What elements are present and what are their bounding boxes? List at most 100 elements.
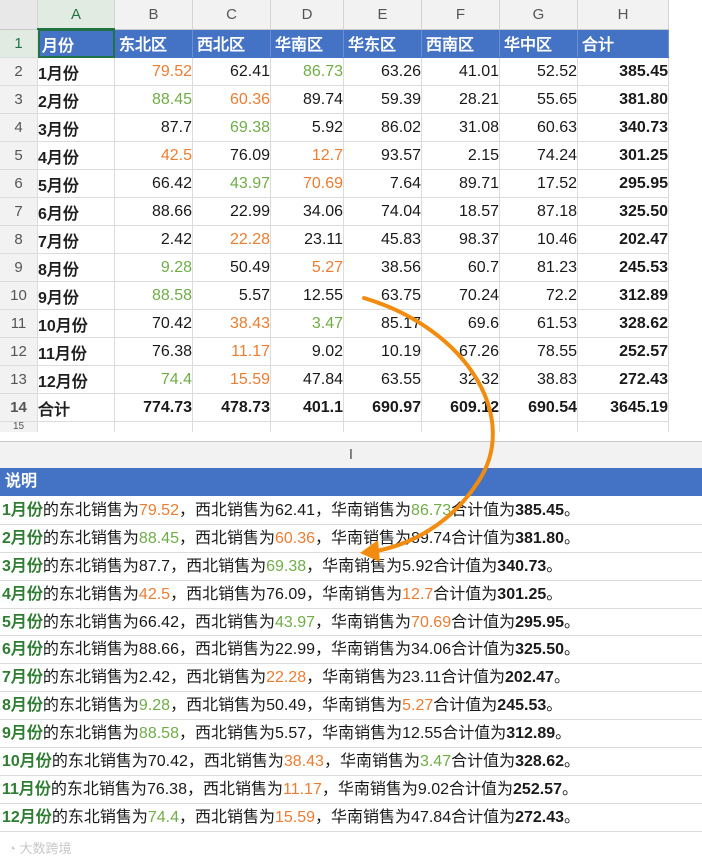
value-cell[interactable]: 88.58 bbox=[114, 281, 193, 310]
value-cell[interactable]: 63.55 bbox=[343, 365, 422, 394]
notes-header-cell[interactable]: 说明 bbox=[0, 468, 702, 496]
value-cell[interactable]: 86.73 bbox=[270, 57, 344, 86]
value-cell[interactable]: 312.89 bbox=[577, 281, 669, 310]
row-number[interactable]: 2 bbox=[0, 57, 38, 86]
value-cell[interactable]: 34.06 bbox=[270, 197, 344, 226]
header-cell[interactable]: 合计 bbox=[577, 29, 669, 58]
empty-cell[interactable] bbox=[343, 421, 422, 432]
row-number[interactable]: 9 bbox=[0, 253, 38, 282]
empty-cell[interactable] bbox=[499, 421, 578, 432]
value-cell[interactable]: 2.15 bbox=[421, 141, 500, 170]
value-cell[interactable]: 81.23 bbox=[499, 253, 578, 282]
note-row[interactable]: 4月份的东北销售为42.5，西北销售为76.09，华南销售为12.7合计值为30… bbox=[0, 581, 702, 609]
row-number[interactable]: 15 bbox=[0, 421, 38, 432]
column-header-i[interactable]: I bbox=[0, 441, 702, 469]
value-cell[interactable]: 22.28 bbox=[192, 225, 271, 254]
value-cell[interactable]: 32.32 bbox=[421, 365, 500, 394]
value-cell[interactable]: 42.5 bbox=[114, 141, 193, 170]
month-cell[interactable]: 10月份 bbox=[37, 309, 115, 338]
month-cell[interactable]: 9月份 bbox=[37, 281, 115, 310]
month-cell[interactable]: 合计 bbox=[37, 393, 115, 422]
value-cell[interactable]: 295.95 bbox=[577, 169, 669, 198]
value-cell[interactable]: 301.25 bbox=[577, 141, 669, 170]
note-row[interactable]: 12月份的东北销售为74.4，西北销售为15.59，华南销售为47.84合计值为… bbox=[0, 804, 702, 832]
header-cell[interactable]: 华南区 bbox=[270, 29, 344, 58]
empty-cell[interactable] bbox=[114, 421, 193, 432]
value-cell[interactable]: 45.83 bbox=[343, 225, 422, 254]
value-cell[interactable]: 28.21 bbox=[421, 85, 500, 114]
row-number[interactable]: 8 bbox=[0, 225, 38, 254]
value-cell[interactable]: 70.42 bbox=[114, 309, 193, 338]
value-cell[interactable]: 63.26 bbox=[343, 57, 422, 86]
column-header-e[interactable]: E bbox=[343, 0, 422, 30]
note-row[interactable]: 11月份的东北销售为76.38，西北销售为11.17，华南销售为9.02合计值为… bbox=[0, 776, 702, 804]
empty-cell[interactable] bbox=[421, 421, 500, 432]
value-cell[interactable]: 52.52 bbox=[499, 57, 578, 86]
value-cell[interactable]: 22.99 bbox=[192, 197, 271, 226]
value-cell[interactable]: 93.57 bbox=[343, 141, 422, 170]
value-cell[interactable]: 18.57 bbox=[421, 197, 500, 226]
value-cell[interactable]: 76.09 bbox=[192, 141, 271, 170]
empty-cell[interactable] bbox=[192, 421, 271, 432]
value-cell[interactable]: 3.47 bbox=[270, 309, 344, 338]
value-cell[interactable]: 98.37 bbox=[421, 225, 500, 254]
value-cell[interactable]: 609.12 bbox=[421, 393, 500, 422]
value-cell[interactable]: 2.42 bbox=[114, 225, 193, 254]
value-cell[interactable]: 87.18 bbox=[499, 197, 578, 226]
value-cell[interactable]: 9.02 bbox=[270, 337, 344, 366]
value-cell[interactable]: 774.73 bbox=[114, 393, 193, 422]
column-header-f[interactable]: F bbox=[421, 0, 500, 30]
note-row[interactable]: 10月份的东北销售为70.42，西北销售为38.43，华南销售为3.47合计值为… bbox=[0, 748, 702, 776]
column-header-c[interactable]: C bbox=[192, 0, 271, 30]
month-cell[interactable]: 4月份 bbox=[37, 141, 115, 170]
month-cell[interactable]: 1月份 bbox=[37, 57, 115, 86]
value-cell[interactable]: 202.47 bbox=[577, 225, 669, 254]
value-cell[interactable]: 79.52 bbox=[114, 57, 193, 86]
value-cell[interactable]: 76.38 bbox=[114, 337, 193, 366]
header-cell[interactable]: 西南区 bbox=[421, 29, 500, 58]
value-cell[interactable]: 85.17 bbox=[343, 309, 422, 338]
value-cell[interactable]: 55.65 bbox=[499, 85, 578, 114]
value-cell[interactable]: 328.62 bbox=[577, 309, 669, 338]
empty-cell[interactable] bbox=[577, 421, 669, 432]
value-cell[interactable]: 74.4 bbox=[114, 365, 193, 394]
value-cell[interactable]: 60.7 bbox=[421, 253, 500, 282]
month-cell[interactable]: 11月份 bbox=[37, 337, 115, 366]
month-cell[interactable]: 2月份 bbox=[37, 85, 115, 114]
value-cell[interactable]: 38.83 bbox=[499, 365, 578, 394]
note-row[interactable]: 7月份的东北销售为2.42，西北销售为22.28，华南销售为23.11合计值为2… bbox=[0, 664, 702, 693]
column-header-b[interactable]: B bbox=[114, 0, 193, 30]
value-cell[interactable]: 5.27 bbox=[270, 253, 344, 282]
note-row[interactable]: 1月份的东北销售为79.52，西北销售为62.41，华南销售为86.73合计值为… bbox=[0, 497, 702, 525]
value-cell[interactable]: 88.45 bbox=[114, 85, 193, 114]
value-cell[interactable]: 401.1 bbox=[270, 393, 344, 422]
note-row[interactable]: 5月份的东北销售为66.42，西北销售为43.97，华南销售为70.69合计值为… bbox=[0, 609, 702, 637]
row-number[interactable]: 11 bbox=[0, 309, 38, 338]
row-number[interactable]: 5 bbox=[0, 141, 38, 170]
value-cell[interactable]: 5.92 bbox=[270, 113, 344, 142]
row-number[interactable]: 10 bbox=[0, 281, 38, 310]
value-cell[interactable]: 385.45 bbox=[577, 57, 669, 86]
value-cell[interactable]: 47.84 bbox=[270, 365, 344, 394]
row-number[interactable]: 3 bbox=[0, 85, 38, 114]
value-cell[interactable]: 31.08 bbox=[421, 113, 500, 142]
value-cell[interactable]: 74.24 bbox=[499, 141, 578, 170]
empty-cell[interactable] bbox=[37, 421, 115, 432]
header-cell[interactable]: 华中区 bbox=[499, 29, 578, 58]
value-cell[interactable]: 340.73 bbox=[577, 113, 669, 142]
value-cell[interactable]: 89.74 bbox=[270, 85, 344, 114]
value-cell[interactable]: 89.71 bbox=[421, 169, 500, 198]
value-cell[interactable]: 690.54 bbox=[499, 393, 578, 422]
value-cell[interactable]: 60.36 bbox=[192, 85, 271, 114]
value-cell[interactable]: 11.17 bbox=[192, 337, 271, 366]
value-cell[interactable]: 245.53 bbox=[577, 253, 669, 282]
value-cell[interactable]: 690.97 bbox=[343, 393, 422, 422]
value-cell[interactable]: 15.59 bbox=[192, 365, 271, 394]
value-cell[interactable]: 87.7 bbox=[114, 113, 193, 142]
column-header-a[interactable]: A bbox=[37, 0, 115, 30]
row-number[interactable]: 1 bbox=[0, 29, 38, 58]
value-cell[interactable]: 3645.19 bbox=[577, 393, 669, 422]
note-row[interactable]: 9月份的东北销售为88.58，西北销售为5.57，华南销售为12.55合计值为3… bbox=[0, 720, 702, 749]
value-cell[interactable]: 43.97 bbox=[192, 169, 271, 198]
month-cell[interactable]: 7月份 bbox=[37, 225, 115, 254]
